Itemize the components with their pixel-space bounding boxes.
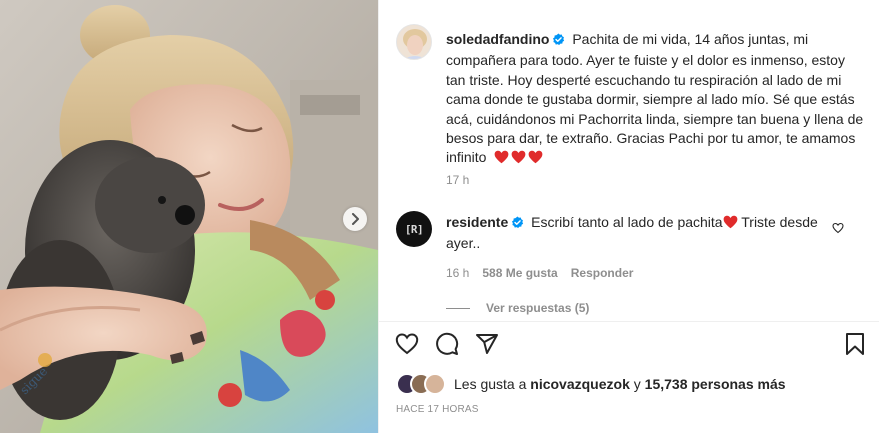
heart-outline-icon — [395, 333, 419, 355]
commenter-username[interactable]: residente — [446, 214, 508, 230]
verified-badge-icon — [511, 215, 524, 234]
verified-badge-icon — [552, 32, 565, 51]
owner-avatar-image — [397, 25, 431, 59]
heart-emoji-icon — [723, 215, 737, 229]
like-button[interactable] — [395, 332, 419, 356]
caption-timestamp[interactable]: 17 h — [446, 173, 469, 187]
next-photo-button[interactable] — [343, 207, 367, 231]
view-replies-label: Ver respuestas (5) — [486, 301, 590, 315]
action-bar — [395, 332, 499, 356]
post-caption: soledadfandino Pachita de mi vida, 14 añ… — [446, 30, 866, 170]
likes-summary: Les gusta a nicovazquezok y 15,738 perso… — [396, 373, 786, 395]
bookmark-icon — [846, 333, 864, 355]
likes-text: Les gusta a nicovazquezok y 15,738 perso… — [454, 376, 786, 392]
red-hearts-emoji — [494, 150, 545, 169]
likes-count[interactable]: 15,738 personas más — [645, 376, 786, 392]
comment-timestamp[interactable]: 16 h — [446, 266, 469, 280]
likes-prefix: Les gusta a — [454, 376, 527, 392]
heart-outline-icon — [832, 222, 844, 234]
share-paper-plane-icon — [476, 334, 498, 354]
save-button[interactable] — [844, 332, 866, 356]
replies-divider-line — [446, 307, 470, 309]
comment-button[interactable] — [435, 332, 459, 356]
liker-avatar — [424, 373, 446, 395]
post-photo[interactable]: sigue — [0, 0, 378, 433]
comment-body: residente Escribí tanto al lado de pachi… — [446, 213, 831, 254]
post-sidebar: soledadfandino Pachita de mi vida, 14 añ… — [378, 0, 879, 433]
heart-emoji-icon — [528, 151, 543, 164]
comment-bubble-icon — [436, 332, 459, 355]
heart-emoji-icon — [494, 151, 509, 164]
commenter-avatar[interactable]: [R] — [396, 211, 432, 247]
view-replies-button[interactable]: Ver respuestas (5) — [446, 301, 589, 315]
comment-likes-count[interactable]: 588 Me gusta — [482, 266, 557, 280]
likes-middle: y — [633, 376, 641, 392]
photo-woman-with-dog: sigue — [0, 0, 378, 433]
heart-emoji-icon — [511, 151, 526, 164]
commenter-avatar-logo: [R] — [404, 222, 424, 236]
owner-username[interactable]: soledadfandino — [446, 31, 549, 47]
share-button[interactable] — [475, 332, 499, 356]
liker-avatars[interactable] — [396, 373, 452, 395]
comment-meta: 16 h 588 Me gusta Responder — [446, 266, 633, 280]
chevron-right-icon — [352, 213, 359, 225]
comment-like-button[interactable] — [832, 221, 844, 239]
comment-text: Escribí tanto al lado de pachita — [531, 214, 723, 230]
section-divider — [379, 321, 879, 322]
reply-button[interactable]: Responder — [571, 266, 634, 280]
owner-avatar[interactable] — [396, 24, 432, 60]
instagram-post: sigue soledadfandino Pachita de mi vida,… — [0, 0, 879, 433]
caption-text: Pachita de mi vida, 14 años juntas, mi c… — [446, 31, 864, 166]
post-date[interactable]: HACE 17 HORAS — [396, 404, 479, 415]
liker-username[interactable]: nicovazquezok — [530, 376, 630, 392]
